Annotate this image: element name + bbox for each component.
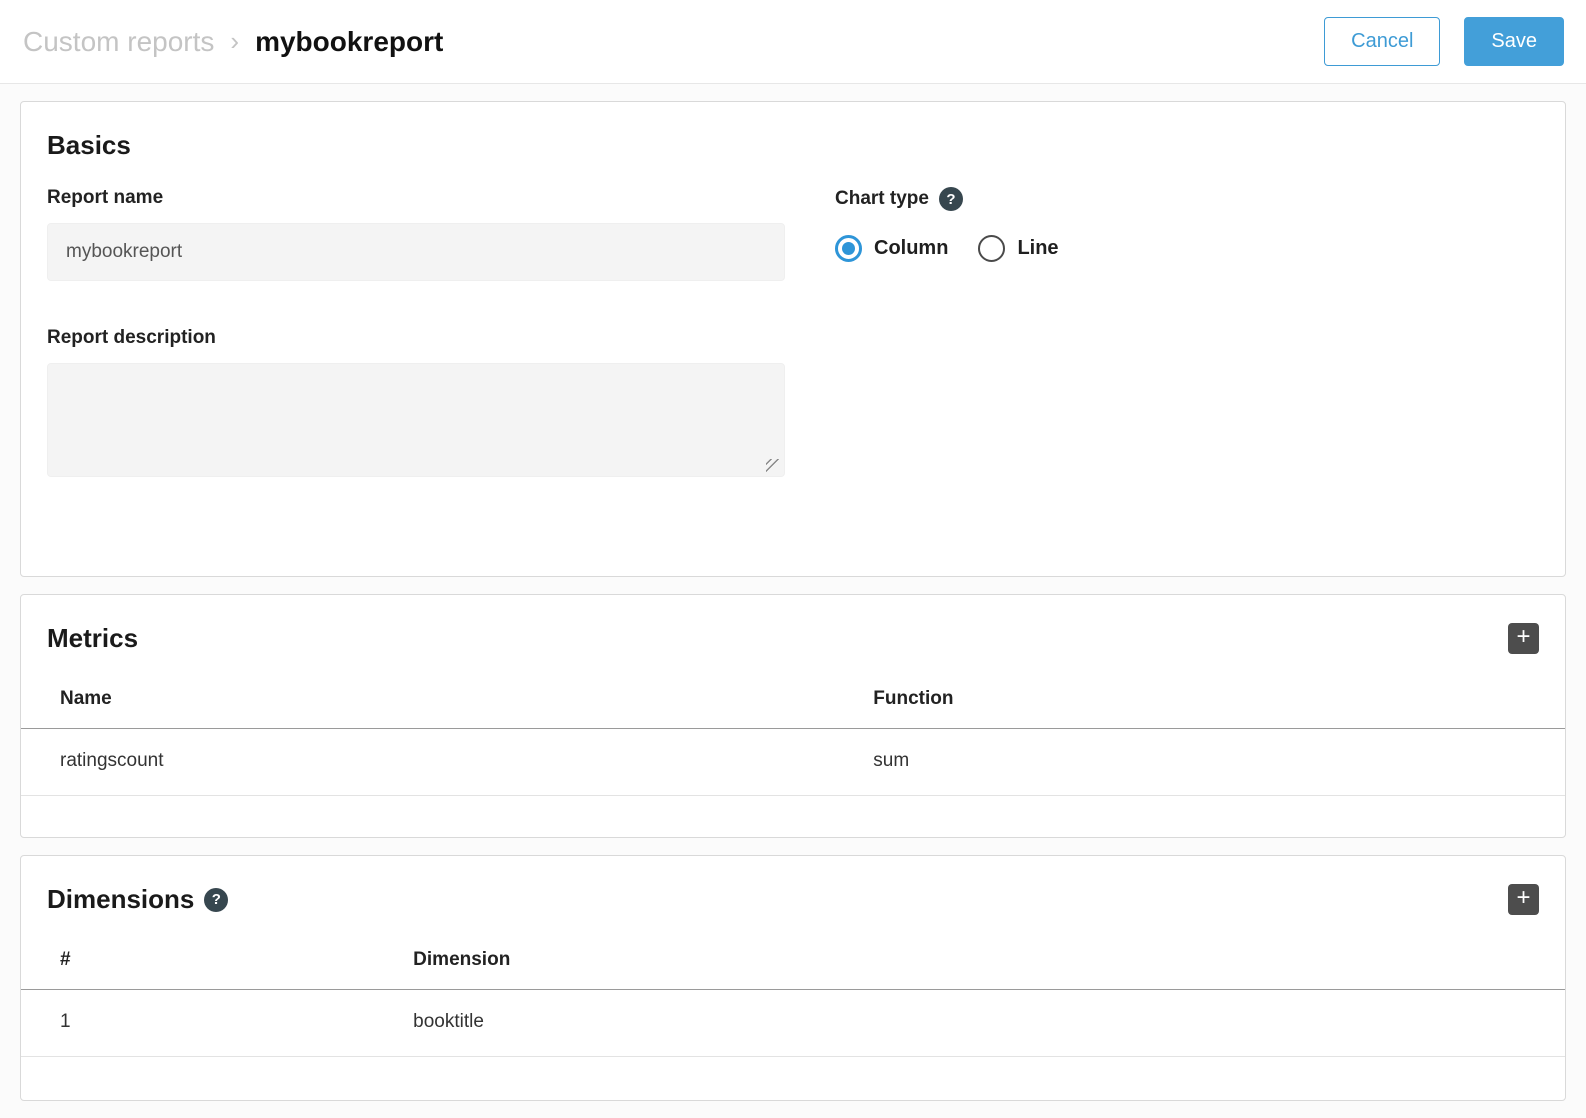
resize-grip-icon[interactable] — [766, 459, 779, 472]
dimensions-table-row[interactable]: 1 booktitle — [21, 990, 1565, 1057]
metrics-title: Metrics — [47, 623, 138, 654]
chart-type-label: Chart type — [835, 188, 929, 210]
dimensions-title: Dimensions — [47, 884, 194, 915]
dimensions-card-head: Dimensions ? + — [21, 856, 1565, 935]
page-title: mybookreport — [255, 26, 443, 58]
metric-name-cell[interactable]: ratingscount — [21, 729, 873, 796]
breadcrumb-custom-reports-link[interactable]: Custom reports — [23, 26, 214, 58]
metrics-card: Metrics + Name Function ratingscount sum — [20, 594, 1566, 838]
dimensions-col-index-header: # — [21, 935, 413, 990]
radio-line-label: Line — [1017, 237, 1058, 260]
breadcrumb: Custom reports › mybookreport — [23, 26, 443, 58]
metrics-header-row: Name Function — [21, 674, 1565, 729]
basics-left-column: Report name Report description — [47, 187, 785, 482]
radio-column-label: Column — [874, 237, 948, 260]
header-actions: Cancel Save — [1324, 17, 1564, 66]
metrics-col-name-header: Name — [21, 674, 873, 729]
report-name-label: Report name — [47, 187, 785, 209]
radio-line-unselected-icon[interactable] — [978, 235, 1005, 262]
report-name-input[interactable] — [47, 223, 785, 281]
dimensions-header-row: # Dimension — [21, 935, 1565, 990]
basics-columns: Report name Report description Chart typ… — [47, 187, 1539, 482]
dimensions-help-icon[interactable]: ? — [204, 888, 228, 912]
chart-type-option-line[interactable]: Line — [978, 235, 1058, 262]
dimensions-table: # Dimension 1 booktitle — [21, 935, 1565, 1057]
basics-card: Basics Report name Report description Ch… — [20, 101, 1566, 577]
radio-column-selected-icon[interactable] — [835, 235, 862, 262]
report-description-wrap — [47, 363, 785, 482]
chart-type-option-column[interactable]: Column — [835, 235, 948, 262]
chart-type-label-row: Chart type ? — [835, 187, 1539, 211]
report-description-textarea[interactable] — [47, 363, 785, 477]
metrics-title-wrap: Metrics — [47, 623, 138, 654]
dimensions-card: Dimensions ? + # Dimension 1 booktitle — [20, 855, 1566, 1101]
dimension-index-cell[interactable]: 1 — [21, 990, 413, 1057]
chart-type-options: Column Line — [835, 235, 1539, 262]
report-description-label: Report description — [47, 327, 785, 349]
chart-type-help-icon[interactable]: ? — [939, 187, 963, 211]
cancel-button[interactable]: Cancel — [1324, 17, 1440, 66]
dimensions-title-wrap: Dimensions ? — [47, 884, 228, 915]
metrics-table: Name Function ratingscount sum — [21, 674, 1565, 796]
metrics-col-function-header: Function — [873, 674, 1565, 729]
metrics-table-row[interactable]: ratingscount sum — [21, 729, 1565, 796]
header: Custom reports › mybookreport Cancel Sav… — [0, 0, 1586, 84]
dimensions-col-dimension-header: Dimension — [413, 935, 1565, 990]
save-button[interactable]: Save — [1464, 17, 1564, 66]
metric-function-cell[interactable]: sum — [873, 729, 1565, 796]
basics-title: Basics — [47, 130, 1539, 161]
basics-right-column: Chart type ? Column Line — [835, 187, 1539, 482]
dimension-name-cell[interactable]: booktitle — [413, 990, 1565, 1057]
add-metric-button[interactable]: + — [1508, 623, 1539, 654]
breadcrumb-chevron-icon: › — [230, 26, 239, 57]
add-dimension-button[interactable]: + — [1508, 884, 1539, 915]
metrics-card-head: Metrics + — [21, 595, 1565, 674]
